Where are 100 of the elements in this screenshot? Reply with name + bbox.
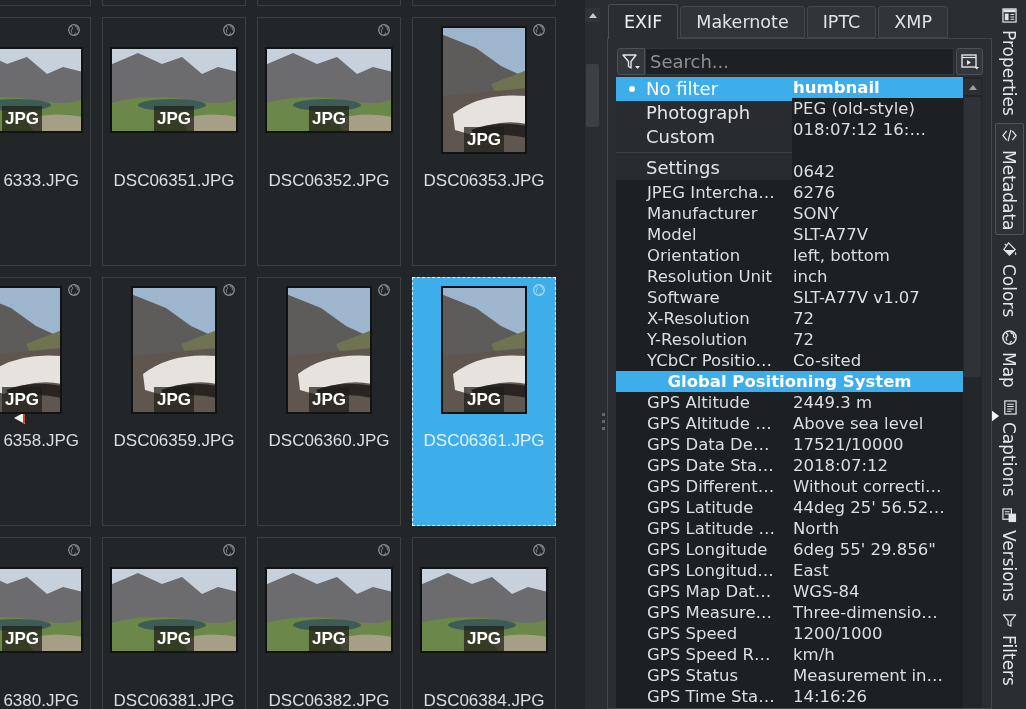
tag-value: PEG (old-style) — [793, 99, 915, 118]
tag-value: inch — [793, 267, 828, 286]
thumbnail-card[interactable]: JPG DSC06353.JPG — [412, 17, 556, 266]
caret-up-icon — [968, 84, 977, 90]
thumbnail-card[interactable] — [0, 0, 91, 6]
tag-value: WGS-84 — [793, 582, 860, 601]
tag-name: Software — [647, 288, 720, 307]
file-name: 6358.JPG — [3, 431, 79, 450]
thumbnail-card[interactable]: JPG DSC06381.JPG — [102, 537, 246, 709]
tag-value: Three-dimensio… — [793, 603, 938, 622]
tab[interactable]: IPTC — [806, 6, 877, 38]
file-type-badge: JPG — [464, 387, 504, 412]
section-header: humbnail — [793, 77, 880, 98]
code-icon — [1001, 127, 1017, 143]
file-type-badge: JPG — [464, 626, 504, 651]
file-name: DSC06351.JPG — [113, 171, 235, 190]
tag-value: SLT-A77V — [793, 225, 869, 244]
tag-name: GPS Altitude … — [647, 414, 772, 433]
thumbnail-card[interactable]: JPG DSC06359.JPG — [102, 277, 246, 526]
tag-value: 44deg 25' 56.52… — [793, 498, 945, 517]
tag-name: GPS Status — [647, 666, 739, 685]
file-name: DSC06382.JPG — [268, 691, 390, 709]
tag-name: GPS Longitud… — [647, 561, 774, 580]
tag-name: YCbCr Positio… — [647, 351, 772, 370]
side-tab[interactable]: Colors — [994, 237, 1024, 323]
caret-up-icon — [588, 12, 597, 18]
tag-value: East — [793, 561, 829, 580]
file-name: 6333.JPG — [3, 171, 79, 190]
file-type-badge: JPG — [2, 626, 43, 651]
thumbnail-card[interactable]: JPG DSC06361.JPG — [412, 277, 556, 526]
tab[interactable]: Makernote — [680, 6, 805, 38]
tag-value: 0642 — [793, 162, 835, 181]
tag-value: Above sea level — [793, 414, 924, 433]
search-field[interactable]: Search... — [645, 48, 954, 75]
tag-name: GPS Measure… — [647, 603, 773, 622]
tag-value: 1200/1000 — [793, 624, 883, 643]
file-type-badge: JPG — [154, 626, 194, 651]
file-name: DSC06384.JPG — [423, 691, 545, 709]
thumbnail-card[interactable] — [412, 0, 556, 6]
tag-name: GPS Time Sta… — [647, 687, 775, 706]
thumbnail-card[interactable]: JPG DSC06382.JPG — [257, 537, 401, 709]
filter-icon — [621, 52, 641, 71]
tab[interactable]: XMP — [878, 6, 948, 38]
menu-item[interactable]: Photograph — [616, 101, 792, 125]
tag-value: Measurement in… — [793, 666, 944, 685]
tag-name: GPS Speed R… — [647, 645, 771, 664]
menu-item[interactable]: Custom — [616, 125, 792, 149]
scrollbar-handle[interactable] — [586, 64, 599, 127]
thumbnail-card[interactable]: JPG DSC06384.JPG — [412, 537, 556, 709]
tag-name: GPS Speed — [647, 624, 738, 643]
side-tab[interactable]: Filters — [994, 608, 1024, 692]
globe-icon — [1001, 329, 1017, 345]
tag-value: left, bottom — [793, 246, 890, 265]
scrollbar-track[interactable] — [963, 77, 982, 708]
file-name: DSC06352.JPG — [268, 171, 390, 190]
tag-name: Orientation — [647, 246, 741, 265]
tag-value: 2449.3 m — [793, 393, 873, 412]
scroll-up-button[interactable] — [964, 79, 981, 95]
side-tab[interactable]: Properties — [994, 3, 1024, 121]
side-tab[interactable]: Map — [994, 324, 1024, 393]
tag-name: X-Resolution — [647, 309, 750, 328]
thumbnail-card[interactable]: JPG 6358.JPG — [0, 277, 91, 526]
tag-value: North — [793, 519, 840, 538]
tab[interactable]: EXIF — [608, 4, 679, 39]
file-type-badge: JPG — [309, 626, 349, 651]
side-tab[interactable]: Captions — [994, 394, 1024, 502]
thumbnail-card[interactable]: JPG 6333.JPG — [0, 17, 91, 266]
thumbnail-card[interactable]: JPG DSC06360.JPG — [257, 277, 401, 526]
menu-button[interactable] — [956, 48, 983, 75]
scroll-up-button[interactable] — [585, 8, 600, 22]
tag-name: Manufacturer — [647, 204, 758, 223]
tag-value: SONY — [793, 204, 839, 223]
side-tab[interactable]: Metadata — [994, 122, 1024, 236]
filter-icon — [1001, 613, 1017, 629]
thumbnail-card[interactable]: JPG DSC06351.JPG — [102, 17, 246, 266]
tag-value: 018:07:12 16:… — [793, 120, 926, 139]
thumbnail-card[interactable]: JPG 6380.JPG — [0, 537, 91, 709]
tag-name: GPS Longitude — [647, 540, 768, 559]
scrollbar-handle[interactable] — [964, 97, 981, 377]
tag-value: 17521/10000 — [793, 435, 904, 454]
tag-name: GPS Data De… — [647, 435, 770, 454]
tag-name: GPS Date Sta… — [647, 456, 774, 475]
tag-value: 6deg 55' 29.856" — [793, 540, 936, 559]
filter-button[interactable] — [617, 48, 645, 75]
thumbnail-card[interactable] — [102, 0, 246, 6]
tag-value: SLT-A77V v1.07 — [793, 288, 920, 307]
file-type-badge: JPG — [309, 387, 349, 412]
tag-value: Co-sited — [793, 351, 862, 370]
tag-value: 72 — [793, 330, 814, 349]
file-type-badge: JPG — [464, 127, 504, 152]
side-tab[interactable]: Versions — [994, 503, 1024, 607]
tag-name: JPEG Intercha… — [647, 183, 775, 202]
menu-item[interactable]: Settings — [616, 156, 792, 180]
thumbnail-card[interactable] — [257, 0, 401, 6]
file-type-badge: JPG — [154, 387, 194, 412]
tag-name: GPS Altitude — [647, 393, 750, 412]
thumbnail-card[interactable]: JPG DSC06352.JPG — [257, 17, 401, 266]
tag-name: Model — [647, 225, 697, 244]
tag-name: GPS Latitude … — [647, 519, 776, 538]
tag-value: 2018:07:12 — [793, 456, 889, 475]
